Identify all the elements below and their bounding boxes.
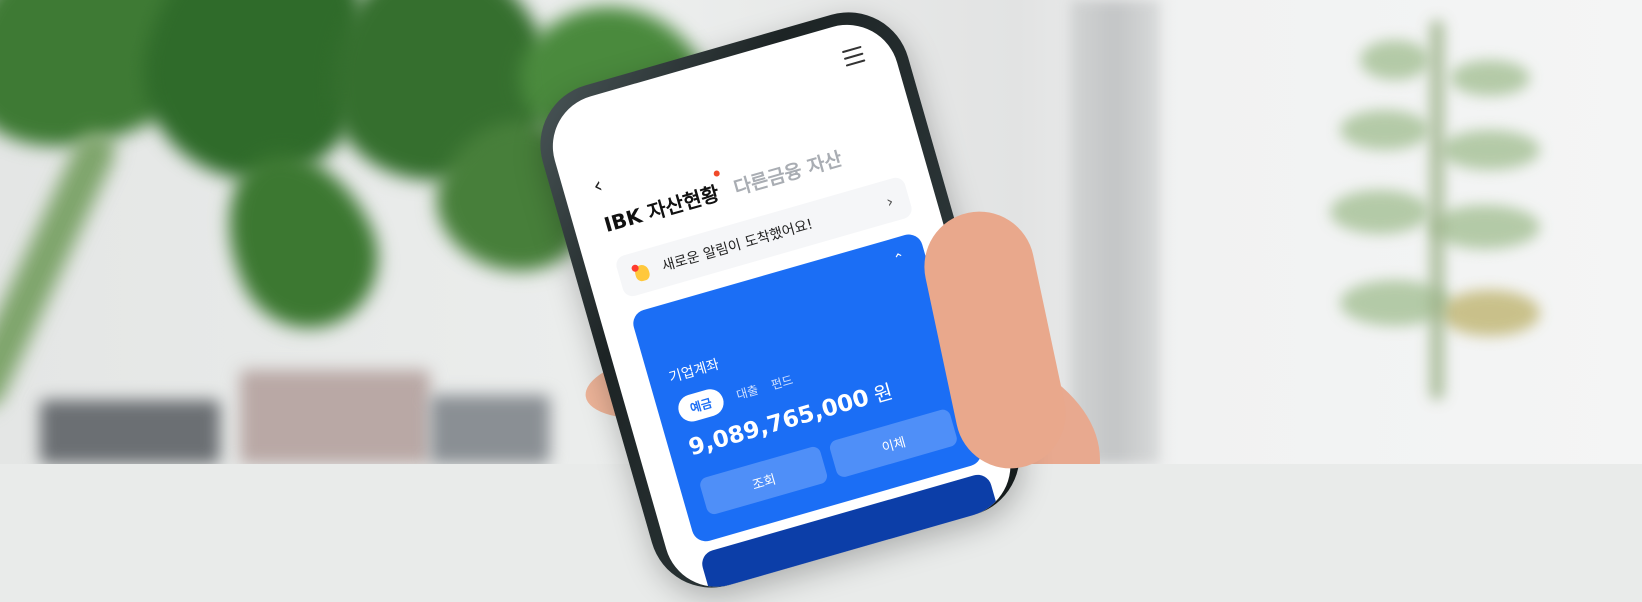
fern-leaf xyxy=(1340,110,1430,150)
fern-leaf xyxy=(1440,290,1540,336)
fern-leaf xyxy=(1330,190,1430,234)
fern-leaf xyxy=(1430,205,1540,249)
fern-leaf xyxy=(1450,60,1530,96)
subtab-fund[interactable]: 펀드 xyxy=(769,371,795,393)
card-title: 기업계좌 xyxy=(667,356,722,387)
balance-unit: 원 xyxy=(870,379,896,408)
books xyxy=(40,400,220,464)
fern-stem xyxy=(1430,20,1444,400)
fern-leaf xyxy=(1440,130,1540,170)
books xyxy=(430,395,550,464)
tab-ibk-assets[interactable]: IBK 자산현황 xyxy=(600,169,723,238)
chevron-right-icon: › xyxy=(884,190,896,211)
books xyxy=(240,370,430,464)
wall-pillar xyxy=(1070,0,1160,464)
subtab-loan[interactable]: 대출 xyxy=(734,381,760,403)
chevron-up-icon[interactable]: ⌃ xyxy=(892,250,908,269)
hamburger-menu-icon[interactable] xyxy=(841,45,866,67)
notification-dot xyxy=(712,169,721,178)
transfer-button[interactable]: 이체 xyxy=(828,407,959,479)
fern-leaf xyxy=(1360,40,1430,80)
tab-ibk-assets-label: IBK 자산현황 xyxy=(601,181,723,237)
subtab-deposit[interactable]: 예금 xyxy=(675,386,727,425)
tab-other-assets[interactable]: 다른금융 자산 xyxy=(730,144,845,201)
inquiry-button[interactable]: 조회 xyxy=(698,445,829,516)
bell-icon xyxy=(630,261,653,283)
chevron-left-icon[interactable]: ‹ xyxy=(590,173,605,199)
